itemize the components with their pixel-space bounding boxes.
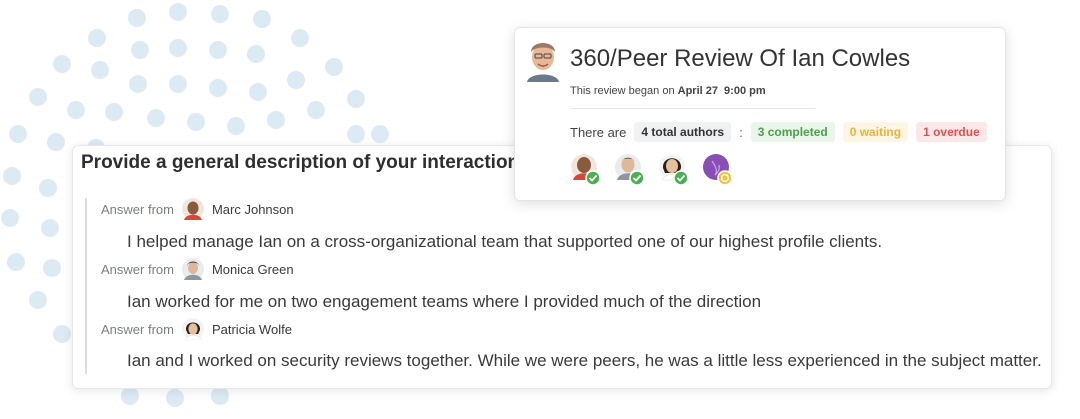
reviewee-avatar-icon [523, 38, 563, 82]
answer-from-label: Answer from [101, 261, 174, 277]
author-avatar-icon [615, 154, 645, 186]
author-avatar-icon [181, 258, 204, 280]
answer-from-label: Answer from [101, 201, 174, 217]
answer-author-name[interactable]: Patricia Wolfe [212, 322, 292, 337]
answer-header: Answer from Patricia Wolfe [101, 318, 292, 340]
answer-text: I helped manage Ian on a cross-organizat… [127, 232, 883, 251]
answer-header: Answer from Monica Green [101, 258, 294, 280]
author-avatar[interactable] [614, 153, 646, 187]
waiting-badge[interactable]: 0 waiting [842, 122, 909, 142]
answer-from-label: Answer from [101, 321, 174, 337]
author-avatar[interactable] [570, 153, 602, 187]
author-avatar-icon [659, 154, 689, 186]
there-are-label: There are [570, 124, 627, 140]
review-start-info: This review began on April 27 9:00 pm [570, 85, 766, 97]
answer-author-name[interactable]: Monica Green [212, 262, 294, 277]
clock-badge-icon [717, 170, 733, 186]
completed-badge[interactable]: 3 completed [750, 122, 835, 142]
answer-header: Answer from Marc Johnson [101, 198, 294, 220]
check-badge-icon [585, 170, 601, 186]
check-badge-icon [629, 170, 645, 186]
question-title: Provide a general description of your in… [81, 152, 520, 173]
overdue-badge[interactable]: 1 overdue [916, 122, 987, 142]
began-date: April 27 [677, 85, 718, 97]
author-avatar-icon [181, 318, 204, 340]
divider [570, 108, 815, 109]
began-time: 9:00 pm [724, 85, 766, 97]
author-stats: There are 4 total authors : 3 completed … [570, 122, 987, 142]
author-avatar-icon [571, 154, 601, 186]
answers-list: Answer from Marc Johnson I helped manage… [85, 198, 1042, 374]
author-avatar[interactable] [658, 153, 690, 187]
author-avatar[interactable] [702, 153, 734, 187]
author-avatar-icon [703, 154, 733, 186]
author-avatar-icon [181, 198, 204, 220]
total-authors-badge[interactable]: 4 total authors [634, 122, 732, 142]
began-prefix: This review began on [570, 85, 675, 97]
answer-text: Ian worked for me on two engagement team… [127, 292, 762, 311]
author-avatars [570, 153, 734, 187]
check-badge-icon [673, 170, 689, 186]
review-title: 360/Peer Review Of Ian Cowles [570, 45, 911, 72]
answer-author-name[interactable]: Marc Johnson [212, 202, 294, 217]
review-summary-card: 360/Peer Review Of Ian Cowles This revie… [514, 27, 1006, 201]
stats-separator: : [739, 124, 743, 140]
answer-text: Ian and I worked on security reviews tog… [127, 351, 1042, 370]
